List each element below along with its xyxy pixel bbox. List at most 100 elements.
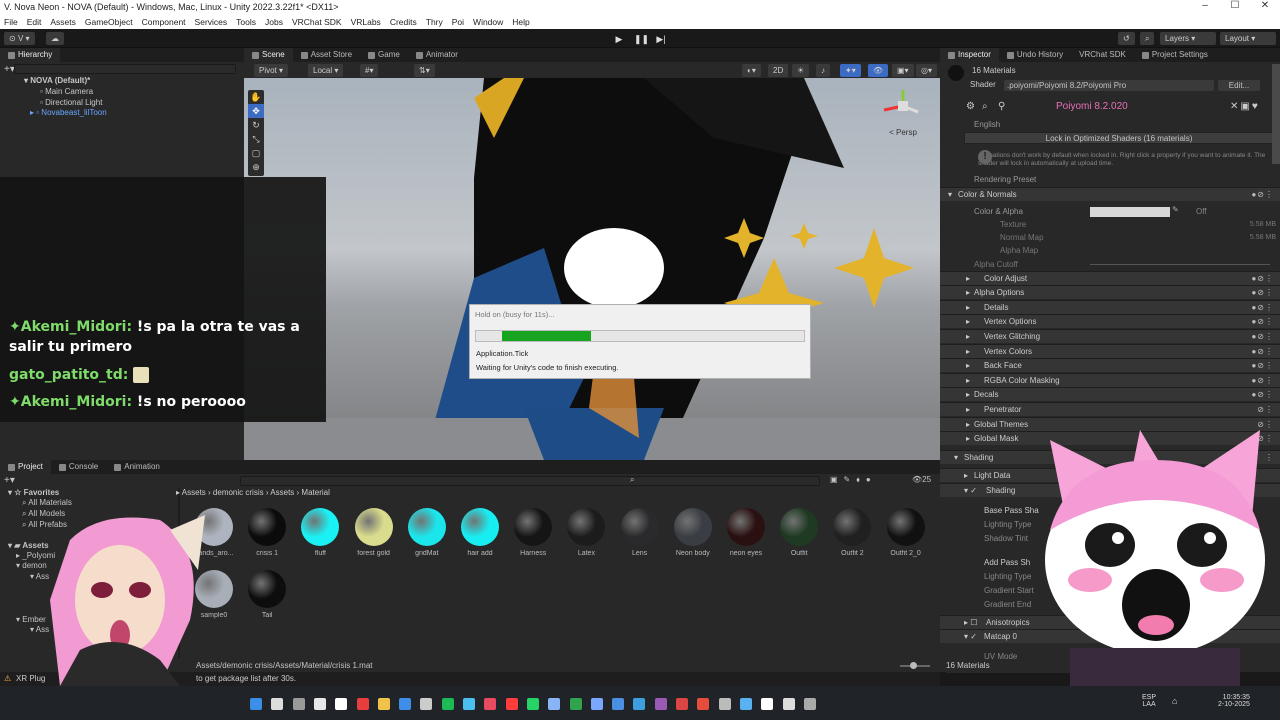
tab-vrchat-sdk[interactable]: VRChat SDK: [1071, 48, 1134, 62]
taskbar-app-icon[interactable]: [335, 698, 348, 710]
section-vertex-options[interactable]: ▸ Vertex Options ●⊘⋮: [940, 314, 1280, 328]
menu-vrlabs[interactable]: VRLabs: [351, 15, 381, 29]
add-asset-icon[interactable]: +▾: [4, 475, 15, 486]
taskbar-app-icon[interactable]: [292, 698, 305, 710]
shading-mode-icon[interactable]: ◐▾: [742, 64, 761, 77]
shader-edit-button[interactable]: Edit...: [1218, 80, 1260, 91]
section-vertex-colors[interactable]: ▸ Vertex Colors ●⊘⋮: [940, 344, 1280, 358]
project-search-input[interactable]: [240, 476, 820, 486]
wifi-icon[interactable]: ⌂: [1172, 696, 1177, 706]
eyedropper-icon[interactable]: ✎: [1172, 205, 1179, 214]
camera-icon[interactable]: ▣▾: [892, 64, 914, 77]
mode-2d-toggle[interactable]: 2D: [768, 64, 789, 77]
asset-tile[interactable]: Tail: [243, 570, 291, 619]
taskbar-app-icon[interactable]: [782, 698, 795, 710]
pause-icon[interactable]: ❚❚: [634, 33, 649, 45]
taskbar-app-icon[interactable]: [441, 698, 454, 710]
increment-snap-icon[interactable]: ⇅▾: [414, 64, 435, 77]
asset-tile[interactable]: Latex: [562, 508, 610, 557]
play-icon[interactable]: ▶: [612, 33, 626, 45]
taskbar-app-icon[interactable]: [803, 698, 816, 710]
asset-tile[interactable]: forest gold: [350, 508, 398, 557]
visibility-icon[interactable]: 👁: [868, 64, 889, 77]
taskbar-app-icon[interactable]: [356, 698, 369, 710]
tab-animator[interactable]: Animator: [408, 48, 466, 62]
taskbar-app-icon[interactable]: [739, 698, 752, 710]
hierarchy-search-input[interactable]: [14, 64, 236, 74]
local-dropdown[interactable]: Local ▾: [308, 64, 344, 77]
tab-animation[interactable]: Animation: [106, 460, 168, 474]
menu-gameobject[interactable]: GameObject: [85, 15, 133, 29]
taskbar-app-icon[interactable]: [590, 698, 603, 710]
color-alpha-mode[interactable]: Off: [1196, 205, 1274, 219]
menu-poi[interactable]: Poi: [452, 15, 464, 29]
taskbar-app-icon[interactable]: [526, 698, 539, 710]
slider-handle[interactable]: [910, 662, 917, 669]
tab-project-settings[interactable]: Project Settings: [1134, 48, 1216, 62]
layers-dropdown[interactable]: Layers ▾: [1160, 32, 1216, 45]
social-links-icon[interactable]: ✕▣♥: [1230, 101, 1260, 112]
orientation-gizmo[interactable]: < Persp: [878, 86, 928, 141]
asset-tile[interactable]: hair add: [456, 508, 504, 557]
asset-tile[interactable]: gridMat: [403, 508, 451, 557]
normal-map-row[interactable]: Normal Map: [1000, 231, 1200, 245]
menu-file[interactable]: File: [4, 15, 18, 29]
asset-tile[interactable]: Harness: [509, 508, 557, 557]
taskbar-app-icon[interactable]: [399, 698, 412, 710]
menu-credits[interactable]: Credits: [390, 15, 417, 29]
effects-icon[interactable]: ✦▾: [840, 64, 861, 77]
account-dropdown[interactable]: ⊙ V ▾: [4, 32, 35, 45]
section-color-adjust[interactable]: ▸ Color Adjust ●⊘⋮: [940, 271, 1280, 285]
taskbar-app-icon[interactable]: [420, 698, 433, 710]
close-button[interactable]: ✕: [1250, 0, 1280, 15]
asset-tile[interactable]: fluff: [296, 508, 344, 557]
section-rgba-color-masking[interactable]: ▸ RGBA Color Masking ●⊘⋮: [940, 373, 1280, 387]
section-alpha-options[interactable]: ▸ Alpha Options ●⊘⋮: [940, 285, 1280, 299]
menu-tools[interactable]: Tools: [236, 15, 256, 29]
taskbar-app-icon[interactable]: [633, 698, 646, 710]
taskbar-app-icon[interactable]: [313, 698, 326, 710]
taskbar-app-icon[interactable]: [484, 698, 497, 710]
language-dropdown[interactable]: English: [974, 118, 1254, 132]
taskbar-app-icon[interactable]: [250, 698, 262, 710]
taskbar-app-icon[interactable]: [377, 698, 390, 710]
fav-all-materials[interactable]: ⌕ All Materials: [22, 498, 72, 508]
scene-viewport[interactable]: < Persp: [244, 78, 940, 460]
cloud-icon[interactable]: ☁: [46, 32, 64, 45]
taskbar-app-icon[interactable]: [697, 698, 710, 710]
taskbar-app-icon[interactable]: [548, 698, 561, 710]
status-message[interactable]: to get package list after 30s.: [196, 672, 296, 686]
inspector-scrollbar[interactable]: [1272, 64, 1280, 164]
audio-icon[interactable]: ♪: [816, 64, 830, 77]
lighting-icon[interactable]: ☀: [792, 64, 810, 77]
color-swatch[interactable]: [1090, 207, 1170, 217]
menu-assets[interactable]: Assets: [50, 15, 76, 29]
search-icon[interactable]: ⌕: [982, 101, 988, 112]
menu-services[interactable]: Services: [195, 15, 228, 29]
taskbar-app-icon[interactable]: [505, 698, 518, 710]
tab-hierarchy[interactable]: Hierarchy: [0, 48, 61, 62]
menu-edit[interactable]: Edit: [27, 15, 42, 29]
asset-tile[interactable]: crisis 1: [243, 508, 291, 557]
breadcrumb-item[interactable]: demonic crisis: [213, 488, 264, 497]
tab-game[interactable]: Game: [360, 48, 408, 62]
lock-in-button[interactable]: Lock in Optimized Shaders (16 materials): [964, 132, 1274, 144]
breadcrumb-item[interactable]: Assets: [182, 488, 206, 497]
taskbar-app-icon[interactable]: [463, 698, 475, 710]
asset-tile[interactable]: Outfit: [775, 508, 823, 557]
history-icon[interactable]: ↺: [1118, 32, 1135, 45]
menu-thry[interactable]: Thry: [426, 15, 443, 29]
asset-tile[interactable]: Lens: [616, 508, 664, 557]
asset-tile[interactable]: Outfit 2_0: [882, 508, 930, 557]
alpha-cutoff-slider[interactable]: [1090, 264, 1270, 265]
menu-vrchat-sdk[interactable]: VRChat SDK: [292, 15, 342, 29]
taskbar-app-icon[interactable]: [271, 698, 284, 710]
taskbar-app-icon[interactable]: [761, 698, 774, 710]
section-decals[interactable]: ▸ Decals ●⊘⋮: [940, 387, 1280, 401]
menu-jobs[interactable]: Jobs: [265, 15, 283, 29]
section-penetrator[interactable]: ▸ Penetrator ⊘⋮: [940, 402, 1280, 416]
scale-tool-icon[interactable]: ⤡: [248, 132, 264, 146]
search-icon[interactable]: ⌕: [1140, 32, 1155, 45]
filter-icons[interactable]: ▣✎⬧●: [830, 475, 877, 485]
pivot-dropdown[interactable]: Pivot ▾: [254, 64, 289, 77]
